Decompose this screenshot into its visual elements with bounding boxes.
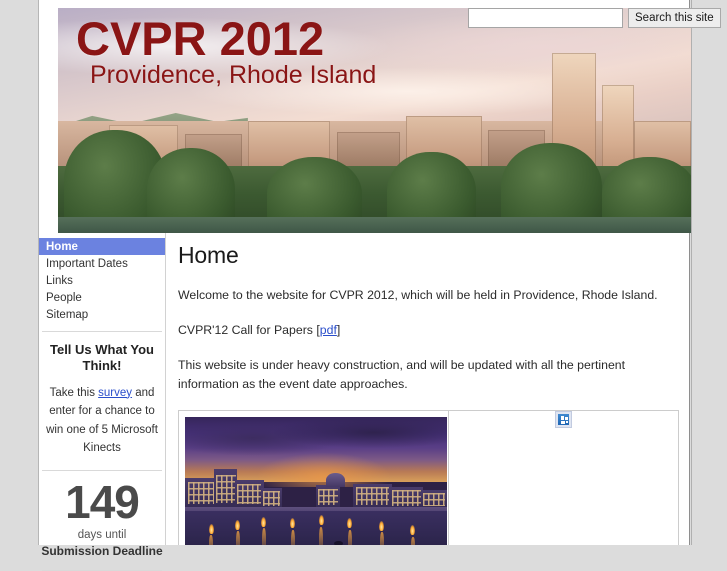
search-button[interactable]: Search this site (628, 8, 721, 28)
search-input[interactable] (468, 8, 623, 28)
photo-firelight (234, 519, 240, 530)
sidebar: Home Important Dates Links People Sitema… (39, 233, 166, 571)
photo-dome (326, 472, 345, 487)
countdown-label-days-until: days until (77, 529, 127, 541)
media-cell-photo (178, 409, 449, 545)
photo-boat (334, 540, 344, 545)
media-cell-broken-image (448, 409, 679, 545)
body-region: Home Important Dates Links People Sitema… (39, 233, 691, 571)
sidebar-nav: Home Important Dates Links People Sitema… (39, 238, 165, 329)
countdown-number: 149 (65, 476, 140, 528)
photo-building (185, 477, 217, 510)
photo-river (185, 511, 447, 545)
construction-paragraph: This website is under heavy construction… (178, 358, 626, 391)
photo-reflection (290, 529, 295, 545)
survey-heading: Tell Us What You Think! (49, 342, 154, 374)
welcome-paragraph: Welcome to the website for CVPR 2012, wh… (178, 288, 658, 302)
photo-firelight (318, 515, 324, 526)
broken-image-icon (555, 410, 572, 428)
cfp-pdf-link[interactable]: pdf (320, 323, 337, 337)
page-title: Home (178, 242, 239, 268)
page-right-gutter (691, 0, 727, 545)
banner-title: CVPR 2012 (76, 12, 325, 65)
photo-skyline (185, 468, 447, 510)
sidebar-item-people[interactable]: People (39, 289, 165, 306)
sidebar-item-links[interactable]: Links (39, 272, 165, 289)
photo-reflection (379, 532, 384, 545)
photo-reflection (235, 530, 240, 545)
media-table (178, 409, 679, 545)
cfp-text-end: ] (336, 323, 341, 338)
photo-firelight (208, 523, 214, 534)
table-row (178, 409, 679, 545)
survey-text: Take this survey and enter for a chance … (46, 384, 158, 459)
main-content: Home Welcome to the website for CVPR 201… (166, 233, 691, 545)
cfp-text: CVPR'12 Call for Papers [ (178, 323, 320, 338)
photo-reflection (261, 528, 266, 545)
photo-building (352, 483, 392, 510)
photo-cloud (274, 416, 447, 448)
countdown-label-deadline: Submission Deadline (41, 544, 163, 558)
sidebar-item-important-dates[interactable]: Important Dates (39, 255, 165, 272)
site-page: CVPR 2012 Providence, Rhode Island Searc… (38, 0, 721, 571)
sidebar-item-sitemap[interactable]: Sitemap (39, 306, 165, 323)
site-banner: CVPR 2012 Providence, Rhode Island (58, 8, 691, 233)
photo-building (234, 480, 264, 510)
sidebar-item-home[interactable]: Home (39, 238, 165, 255)
waterfire-photo (185, 416, 447, 545)
photo-firelight (260, 516, 266, 527)
banner-water (58, 217, 691, 233)
survey-link[interactable]: survey (98, 387, 132, 399)
call-for-papers-line: CVPR'12 Call for Papers [pdf] (178, 321, 679, 339)
countdown-widget: 149 days until Submission Deadline (39, 471, 165, 568)
banner-subtitle: Providence, Rhode Island (90, 61, 377, 89)
site-search: Search this site (468, 8, 721, 28)
survey-text-before: Take this (49, 386, 99, 399)
survey-box: Tell Us What You Think! Take this survey… (39, 332, 165, 468)
photo-firelight (378, 521, 384, 532)
photo-firelight (289, 518, 295, 529)
